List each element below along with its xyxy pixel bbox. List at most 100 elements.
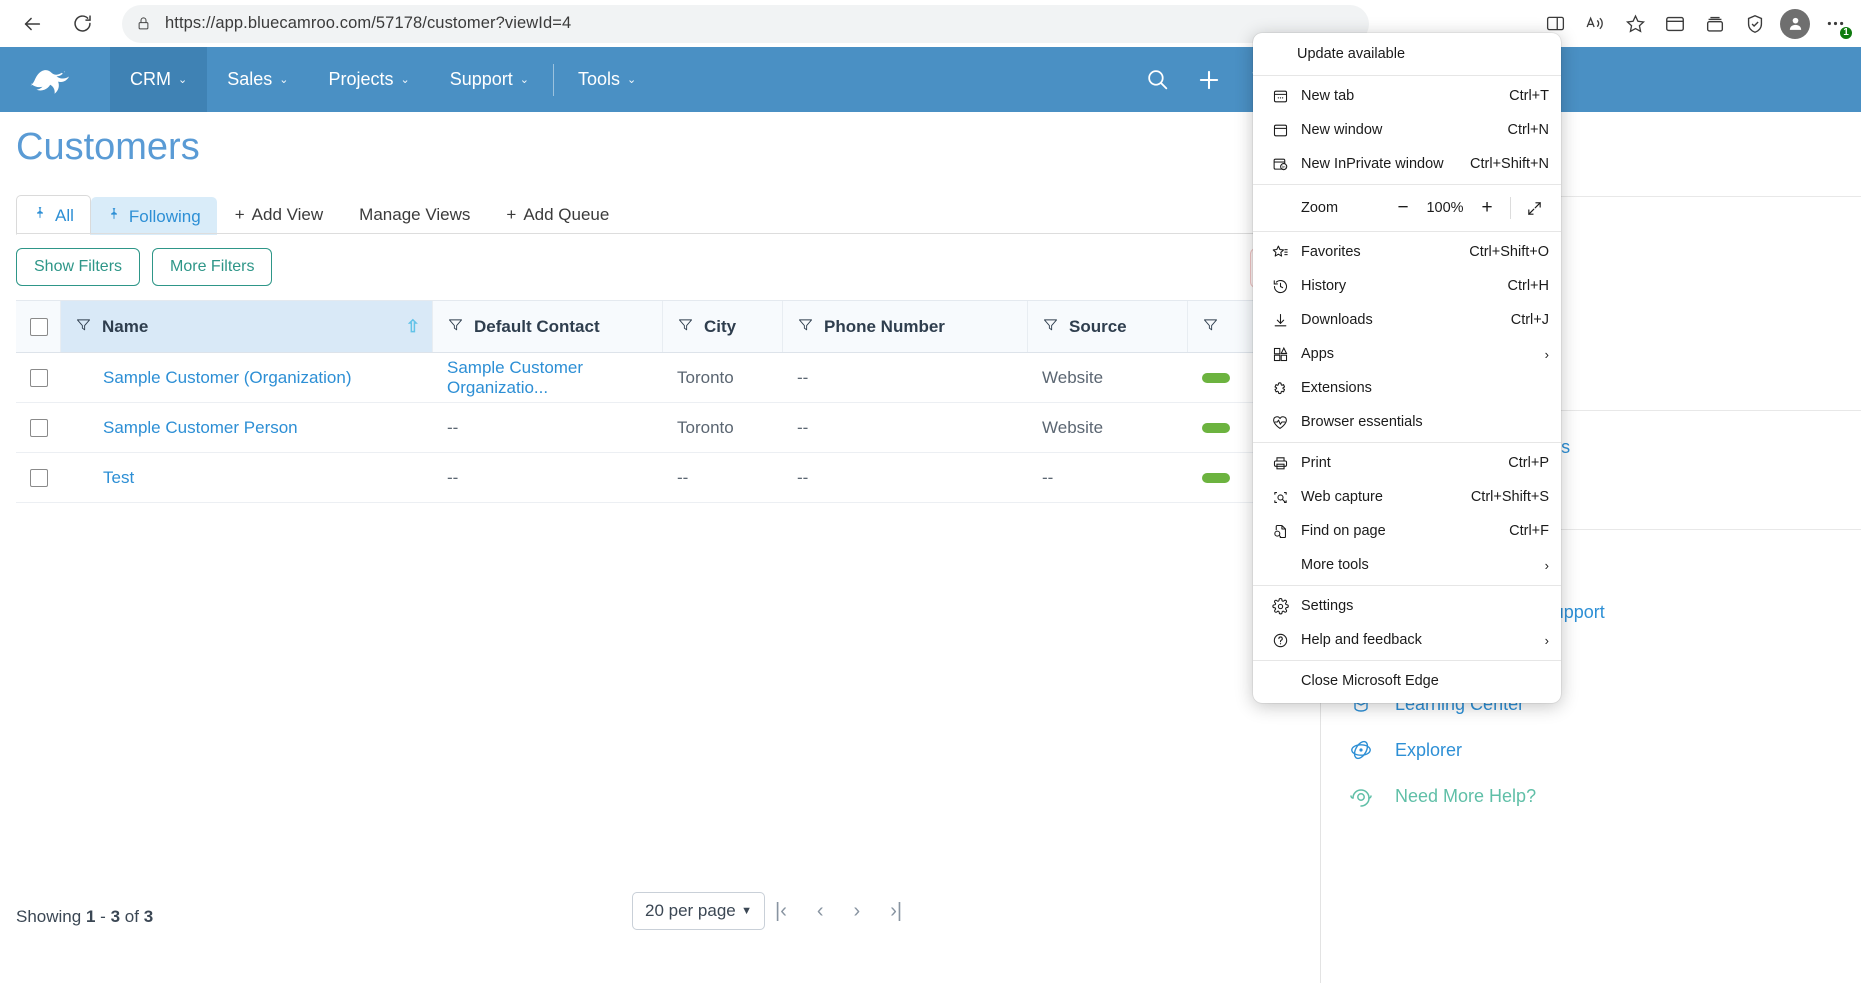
zoom-in-button[interactable]: + [1470,197,1504,219]
menu-divider [1253,184,1561,185]
menu-item-new-window-shortcut: Ctrl+N [1507,122,1550,138]
nav-item-support[interactable]: Support ⌄ [430,47,549,112]
show-filters-button[interactable]: Show Filters [16,248,141,286]
row-checkbox[interactable] [30,368,48,387]
browser-essentials-icon[interactable] [1655,4,1695,44]
address-bar[interactable]: https://app.bluecamroo.com/57178/custome… [122,4,1369,43]
filter-icon[interactable] [1042,316,1059,338]
menu-item-print-shortcut: Ctrl+P [1508,455,1549,471]
cell-phone: -- [797,367,809,387]
cell-name[interactable]: Sample Customer (Organization) [61,353,433,403]
menu-item-help-and-feedback[interactable]: Help and feedback › [1253,623,1561,657]
table-row[interactable]: Test -- -- -- -- [16,453,1306,503]
chevron-down-icon: ⌄ [400,74,410,86]
panel-item-need-more-help[interactable]: Need More Help? [1321,773,1861,819]
row-checkbox[interactable] [30,468,48,487]
column-header-name[interactable]: Name ⇧ [61,301,433,352]
web-capture-icon [1269,486,1291,508]
row-select-cell[interactable] [16,403,61,453]
menu-item-extensions[interactable]: Extensions [1253,371,1561,405]
cell-name[interactable]: Sample Customer Person [61,403,433,453]
tab-all[interactable]: All [16,195,91,235]
zoom-out-button[interactable]: − [1386,197,1420,219]
column-header-source[interactable]: Source [1028,301,1188,352]
menu-item-web-capture[interactable]: Web capture Ctrl+Shift+S [1253,480,1561,514]
select-all-checkbox[interactable] [30,317,48,336]
customer-link[interactable]: Sample Customer Person [103,418,298,438]
filter-icon[interactable] [447,316,464,338]
column-header-city[interactable]: City [663,301,783,352]
customer-link[interactable]: Sample Customer (Organization) [103,368,351,388]
menu-item-apps[interactable]: Apps › [1253,337,1561,371]
bluecamroo-logo-icon[interactable] [0,47,110,112]
back-arrow-icon[interactable] [12,4,52,44]
menu-item-close-microsoft-edge[interactable]: Close Microsoft Edge [1253,664,1561,698]
last-page-button[interactable]: ›| [890,900,902,923]
customer-link[interactable]: Test [103,468,134,488]
menu-item-history[interactable]: History Ctrl+H [1253,269,1561,303]
next-page-button[interactable]: › [854,900,861,923]
filter-icon[interactable] [797,316,814,338]
cell-city: -- [677,467,689,487]
select-all-header[interactable] [16,301,61,352]
favorite-star-icon[interactable] [1615,4,1655,44]
table-row[interactable]: Sample Customer (Organization) Sample Cu… [16,353,1306,403]
nav-item-crm[interactable]: CRM ⌄ [110,47,208,112]
row-select-cell[interactable] [16,453,61,503]
filter-icon[interactable] [75,316,92,338]
cell-name[interactable]: Test [61,453,433,503]
collections-icon[interactable] [1695,4,1735,44]
reload-icon[interactable] [62,4,102,44]
menu-item-new-tab[interactable]: New tab Ctrl+T [1253,79,1561,113]
menu-item-print[interactable]: Print Ctrl+P [1253,446,1561,480]
prev-page-button[interactable]: ‹ [817,900,824,923]
menu-item-favorites-label: Favorites [1301,244,1361,260]
inprivate-icon: In [1269,153,1291,175]
add-view-button[interactable]: + Add View [217,196,341,234]
per-page-select[interactable]: 20 per page ▼ [632,892,765,930]
more-filters-button[interactable]: More Filters [152,248,273,286]
search-icon[interactable] [1131,47,1183,112]
menu-item-new-window[interactable]: New window Ctrl+N [1253,113,1561,147]
more-options-icon[interactable]: 1 [1815,4,1855,44]
cell-city: Toronto [677,367,734,387]
add-icon[interactable] [1183,47,1235,112]
menu-item-downloads-label: Downloads [1301,312,1373,328]
menu-item-update-available[interactable]: Update available [1253,36,1561,72]
browser-action-icons: 1 [1535,0,1855,47]
cell-default-contact[interactable]: Sample Customer Organizatio... [433,353,663,403]
settings-gear-icon [1269,595,1291,617]
column-header-phone-number[interactable]: Phone Number [783,301,1028,352]
menu-item-browser-essentials[interactable]: Browser essentials [1253,405,1561,439]
menu-item-new-inprivate-window[interactable]: In New InPrivate window Ctrl+Shift+N [1253,147,1561,181]
menu-item-find-on-page[interactable]: Find on page Ctrl+F [1253,514,1561,548]
menu-item-more-tools[interactable]: More tools › [1253,548,1561,582]
contact-link[interactable]: Sample Customer Organizatio... [447,358,663,398]
sort-ascending-icon[interactable]: ⇧ [406,317,420,337]
row-select-cell[interactable] [16,353,61,403]
explorer-icon [1347,738,1375,762]
menu-item-downloads[interactable]: Downloads Ctrl+J [1253,303,1561,337]
shield-settings-icon[interactable] [1735,4,1775,44]
nav-item-sales[interactable]: Sales ⌄ [207,47,308,112]
filter-icon[interactable] [1202,316,1219,338]
row-checkbox[interactable] [30,418,48,437]
menu-item-settings[interactable]: Settings [1253,589,1561,623]
first-page-button[interactable]: |‹ [775,900,787,923]
table-row[interactable]: Sample Customer Person -- Toronto -- Web… [16,403,1306,453]
filter-icon[interactable] [677,316,694,338]
cell-phone: -- [797,417,809,437]
panel-item-explorer[interactable]: Explorer [1321,727,1861,773]
add-queue-button[interactable]: + Add Queue [488,196,627,234]
nav-item-tools[interactable]: Tools ⌄ [558,47,656,112]
fullscreen-icon[interactable] [1517,200,1551,217]
showing-dash: - [100,907,106,926]
manage-views-button[interactable]: Manage Views [341,196,488,234]
column-header-default-contact[interactable]: Default Contact [433,301,663,352]
profile-icon[interactable] [1775,4,1815,44]
tab-following[interactable]: Following [90,197,217,235]
menu-item-favorites[interactable]: Favorites Ctrl+Shift+O [1253,235,1561,269]
menu-item-extensions-label: Extensions [1301,380,1372,396]
nav-item-projects[interactable]: Projects ⌄ [308,47,429,112]
read-aloud-icon[interactable] [1575,4,1615,44]
